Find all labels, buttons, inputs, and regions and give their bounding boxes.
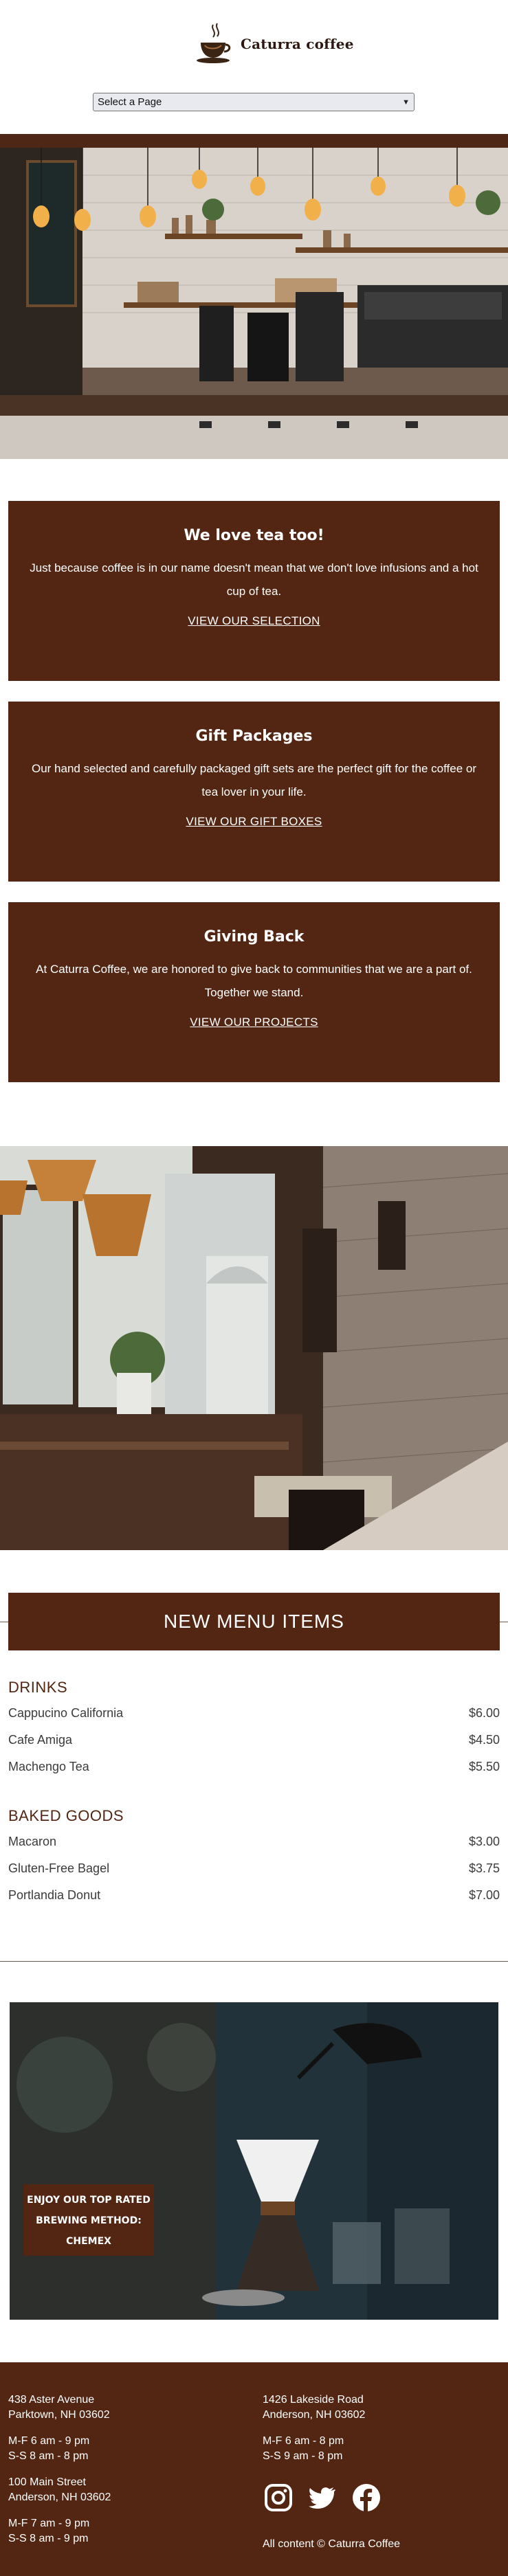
footer-address-1: 438 Aster Avenue Parktown, NH 03602 (8, 2393, 111, 2423)
twitter-icon[interactable] (307, 2483, 338, 2513)
chemex-callout-line1: ENJOY OUR TOP RATED (27, 2195, 151, 2206)
view-gift-boxes-link[interactable]: VIEW OUR GIFT BOXES (186, 815, 322, 829)
site-header: Caturra coffee Select a Page ▼ (0, 0, 508, 134)
menu-item-name: Cafe Amiga (8, 1733, 73, 1747)
menu-item-price: $3.75 (468, 1861, 500, 1875)
site-logo[interactable]: Caturra coffee (192, 22, 354, 66)
coffee-cup-icon (197, 23, 231, 63)
site-footer: 438 Aster Avenue Parktown, NH 03602 M-F … (0, 2362, 508, 2576)
footer-line: Parktown, NH 03602 (8, 2409, 110, 2421)
footer-address-3: 1426 Lakeside Road Anderson, NH 03602 (263, 2393, 365, 2423)
view-projects-link[interactable]: VIEW OUR PROJECTS (190, 1016, 318, 1029)
footer-line: M-F 6 am - 9 pm (8, 2435, 90, 2447)
view-selection-link[interactable]: VIEW OUR SELECTION (188, 614, 320, 628)
menu-item-name: Machengo Tea (8, 1760, 89, 1773)
menu-item: Gluten-Free Bagel $3.75 (8, 1861, 500, 1888)
giving-back-text: At Caturra Coffee, we are honored to giv… (36, 963, 472, 999)
gift-packages-title: Gift Packages (195, 728, 313, 745)
menu-item-name: Gluten-Free Bagel (8, 1861, 110, 1875)
social-links (263, 2483, 382, 2513)
copyright-text: All content © Caturra Coffee (263, 2538, 401, 2550)
footer-line: 438 Aster Avenue (8, 2394, 95, 2406)
tea-promo-text: Just because coffee is in our name doesn… (30, 561, 478, 598)
tea-promo-title: We love tea too! (184, 527, 324, 544)
baked-goods-heading: BAKED GOODS (8, 1807, 124, 1824)
chemex-callout: ENJOY OUR TOP RATED BREWING METHOD: CHEM… (23, 2184, 154, 2256)
page: Caturra coffee Select a Page ▼ We love t… (0, 0, 508, 2576)
footer-address-2: 100 Main Street Anderson, NH 03602 (8, 2475, 111, 2505)
menu-section-baked-goods: BAKED GOODS Macaron $3.00 Gluten-Free Ba… (8, 1807, 500, 1915)
menu-item-name: Macaron (8, 1835, 57, 1848)
gift-packages-box: Gift Packages Our hand selected and care… (8, 702, 500, 882)
menu-item: Machengo Tea $5.50 (8, 1760, 500, 1787)
chevron-down-icon: ▼ (402, 98, 410, 107)
menu-item: Cafe Amiga $4.50 (8, 1733, 500, 1760)
gift-packages-text: Our hand selected and carefully packaged… (31, 762, 476, 798)
page-select-value: Select a Page (98, 96, 162, 108)
section-divider (0, 1961, 508, 1962)
hero-image-cafe-interior (0, 1146, 508, 1550)
menu-title-banner: NEW MENU ITEMS (8, 1593, 500, 1650)
menu-item: Cappucino California $6.00 (8, 1706, 500, 1733)
footer-line: S-S 8 am - 9 pm (8, 2533, 89, 2544)
giving-back-box: Giving Back At Caturra Coffee, we are ho… (8, 902, 500, 1082)
tea-promo-box: We love tea too! Just because coffee is … (8, 501, 500, 681)
footer-hours-2: M-F 7 am - 9 pm S-S 8 am - 9 pm (8, 2516, 111, 2546)
instagram-icon[interactable] (263, 2483, 294, 2513)
drinks-heading: DRINKS (8, 1679, 68, 1696)
chemex-callout-line2: BREWING METHOD: (36, 2215, 142, 2226)
menu-section-drinks: DRINKS Cappucino California $6.00 Cafe A… (8, 1679, 500, 1787)
menu-item-price: $3.00 (468, 1835, 500, 1848)
footer-line: M-F 7 am - 9 pm (8, 2518, 90, 2529)
chemex-callout-line3: CHEMEX (66, 2236, 111, 2247)
page-select-dropdown[interactable]: Select a Page ▼ (93, 93, 415, 111)
menu-item-name: Cappucino California (8, 1706, 124, 1720)
menu-item-price: $4.50 (468, 1733, 500, 1747)
menu-item: Portlandia Donut $7.00 (8, 1888, 500, 1915)
menu-item-name: Portlandia Donut (8, 1888, 101, 1902)
menu-item-price: $5.50 (468, 1760, 500, 1773)
giving-back-title: Giving Back (203, 928, 305, 945)
chemex-feature-image: ENJOY OUR TOP RATED BREWING METHOD: CHEM… (10, 2002, 498, 2320)
brand-name: Caturra coffee (241, 36, 354, 52)
hero-image-cafe-counter (0, 134, 508, 459)
footer-line: 1426 Lakeside Road (263, 2394, 364, 2406)
footer-left-column: 438 Aster Avenue Parktown, NH 03602 M-F … (8, 2393, 111, 2557)
footer-line: S-S 8 am - 8 pm (8, 2450, 89, 2462)
footer-line: Anderson, NH 03602 (263, 2409, 366, 2421)
facebook-icon[interactable] (351, 2483, 382, 2513)
footer-line: 100 Main Street (8, 2476, 86, 2488)
menu-item-price: $7.00 (468, 1888, 500, 1902)
footer-line: Anderson, NH 03602 (8, 2491, 111, 2503)
menu-item: Macaron $3.00 (8, 1835, 500, 1861)
footer-line: M-F 6 am - 8 pm (263, 2435, 344, 2447)
footer-line: S-S 9 am - 8 pm (263, 2450, 343, 2462)
footer-hours-1: M-F 6 am - 9 pm S-S 8 am - 8 pm (8, 2434, 111, 2464)
footer-right-column: 1426 Lakeside Road Anderson, NH 03602 M-… (263, 2393, 365, 2475)
menu-title: NEW MENU ITEMS (164, 1611, 344, 1632)
footer-hours-3: M-F 6 am - 8 pm S-S 9 am - 8 pm (263, 2434, 365, 2464)
menu-item-price: $6.00 (468, 1706, 500, 1720)
